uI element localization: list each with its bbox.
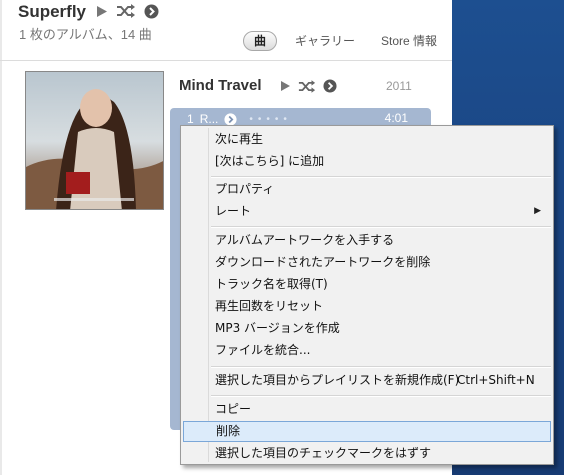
- menu-item-label: コピー: [215, 402, 252, 416]
- menu-item-delete-artwork[interactable]: ダウンロードされたアートワークを削除: [183, 252, 551, 273]
- play-icon[interactable]: [280, 80, 291, 92]
- shuffle-icon[interactable]: [116, 4, 136, 18]
- album-year: 2011: [386, 79, 412, 93]
- menu-item-get-track-names[interactable]: トラック名を取得(T): [183, 274, 551, 295]
- menu-separator: [211, 176, 551, 178]
- menu-item-label: [次はこちら] に追加: [215, 154, 325, 168]
- menu-item-play-next[interactable]: 次に再生: [183, 129, 551, 150]
- rating-dots[interactable]: •••••: [249, 114, 292, 125]
- header-divider: [0, 60, 452, 61]
- menu-item-label: プロパティ: [215, 182, 275, 196]
- album-title: Mind Travel: [179, 77, 262, 94]
- more-arrow-icon[interactable]: [144, 4, 159, 19]
- menu-item-add-up-next[interactable]: [次はこちら] に追加: [183, 151, 551, 172]
- menu-item-new-playlist[interactable]: 選択した項目からプレイリストを新規作成(F) Ctrl+Shift+N: [183, 370, 551, 391]
- submenu-arrow-icon: ▶: [534, 206, 541, 216]
- tab-songs[interactable]: 曲: [243, 31, 278, 51]
- play-icon[interactable]: [96, 5, 108, 18]
- menu-item-label: 再生回数をリセット: [215, 299, 324, 313]
- menu-shortcut: Ctrl+Shift+N: [457, 373, 535, 387]
- album-controls: [280, 77, 337, 95]
- menu-item-consolidate-files[interactable]: ファイルを統合...: [183, 340, 551, 361]
- menu-item-label: MP3 バージョンを作成: [215, 321, 340, 335]
- album-count-subtitle: 1 枚のアルバム、14 曲: [19, 27, 152, 42]
- tab-store-info[interactable]: Store 情報: [373, 31, 445, 51]
- artist-title: Superfly: [18, 2, 87, 21]
- view-tabs: 曲 ギャラリー Store 情報: [243, 31, 445, 51]
- menu-item-label: 選択した項目のチェックマークをはずす: [215, 446, 432, 460]
- album-artwork[interactable]: [25, 71, 164, 210]
- context-menu: 次に再生 [次はこちら] に追加 プロパティ レート ▶ アルバムアートワークを入…: [180, 125, 554, 465]
- menu-item-label: 削除: [216, 424, 241, 438]
- menu-item-delete[interactable]: 削除: [183, 421, 551, 442]
- menu-separator: [211, 366, 551, 368]
- menu-item-label: レート: [215, 204, 252, 218]
- track-name: R...: [199, 112, 219, 126]
- more-arrow-icon[interactable]: [323, 79, 337, 93]
- shuffle-icon[interactable]: [298, 79, 316, 93]
- menu-separator: [211, 395, 551, 397]
- menu-item-label: 次に再生: [215, 132, 264, 146]
- menu-item-create-mp3[interactable]: MP3 バージョンを作成: [183, 318, 551, 339]
- artist-controls: [96, 2, 159, 20]
- track-more-arrow-icon[interactable]: [224, 112, 237, 126]
- window-left-edge: [0, 0, 2, 475]
- menu-item-label: ダウンロードされたアートワークを削除: [215, 255, 431, 269]
- menu-item-copy[interactable]: コピー: [183, 399, 551, 420]
- menu-item-label: ファイルを統合...: [215, 343, 311, 357]
- track-number: 1: [187, 112, 194, 126]
- menu-item-label: トラック名を取得(T): [215, 277, 328, 291]
- menu-item-get-artwork[interactable]: アルバムアートワークを入手する: [183, 230, 551, 251]
- menu-item-rating[interactable]: レート ▶: [183, 201, 551, 222]
- menu-item-label: 選択した項目からプレイリストを新規作成(F): [215, 373, 460, 387]
- track-time: 4:01: [384, 111, 408, 125]
- tab-gallery[interactable]: ギャラリー: [287, 31, 363, 51]
- menu-item-reset-plays[interactable]: 再生回数をリセット: [183, 296, 551, 317]
- menu-item-properties[interactable]: プロパティ: [183, 179, 551, 200]
- menu-item-uncheck-selection[interactable]: 選択した項目のチェックマークをはずす: [183, 443, 551, 464]
- menu-separator: [211, 226, 551, 228]
- menu-item-label: アルバムアートワークを入手する: [215, 233, 395, 247]
